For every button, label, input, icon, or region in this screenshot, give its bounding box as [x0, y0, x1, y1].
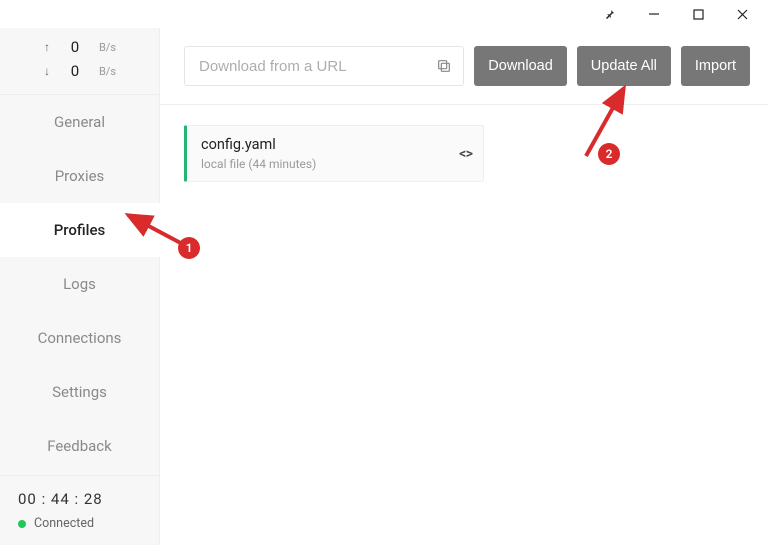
status-dot-icon	[18, 520, 26, 528]
uptime-value: 00 : 44 : 28	[18, 490, 141, 508]
download-button[interactable]: Download	[474, 46, 567, 86]
profile-subtitle: local file (44 minutes)	[201, 157, 469, 171]
nav-item-feedback[interactable]: Feedback	[0, 419, 159, 473]
url-input[interactable]	[185, 58, 425, 75]
main-panel: Download Update All Import config.yaml l…	[160, 28, 768, 545]
window-titlebar	[0, 0, 768, 28]
url-input-wrap	[184, 46, 464, 86]
nav-item-profiles[interactable]: Profiles	[0, 203, 160, 257]
update-all-button[interactable]: Update All	[577, 46, 671, 86]
nav-item-settings[interactable]: Settings	[0, 365, 159, 419]
close-button[interactable]	[720, 0, 764, 28]
code-icon[interactable]: < >	[459, 146, 471, 162]
nav-item-general[interactable]: General	[0, 95, 159, 149]
upload-speed-value: 0	[69, 38, 81, 56]
download-arrow-icon: ↓	[43, 64, 51, 78]
speed-indicator: ↑ 0 B/s ↓ 0 B/s	[0, 28, 159, 94]
sidebar: ↑ 0 B/s ↓ 0 B/s General Proxies Profiles…	[0, 28, 160, 545]
sidebar-nav: General Proxies Profiles Logs Connection…	[0, 94, 159, 473]
upload-arrow-icon: ↑	[43, 40, 51, 54]
profiles-list: config.yaml local file (44 minutes) < >	[160, 105, 768, 202]
status-panel: 00 : 44 : 28 Connected	[0, 475, 159, 545]
status-label: Connected	[34, 516, 94, 531]
download-speed-unit: B/s	[99, 65, 116, 78]
profile-title: config.yaml	[201, 136, 469, 153]
maximize-button[interactable]	[676, 0, 720, 28]
upload-speed-unit: B/s	[99, 41, 116, 54]
profile-card[interactable]: config.yaml local file (44 minutes) < >	[184, 125, 484, 182]
paste-icon[interactable]	[425, 47, 463, 85]
annotation-badge-1: 1	[178, 237, 200, 259]
import-button[interactable]: Import	[681, 46, 750, 86]
minimize-button[interactable]	[632, 0, 676, 28]
nav-item-logs[interactable]: Logs	[0, 257, 159, 311]
nav-item-connections[interactable]: Connections	[0, 311, 159, 365]
nav-item-proxies[interactable]: Proxies	[0, 149, 159, 203]
toolbar: Download Update All Import	[160, 28, 768, 105]
download-speed-value: 0	[69, 62, 81, 80]
pin-icon[interactable]	[588, 0, 632, 28]
